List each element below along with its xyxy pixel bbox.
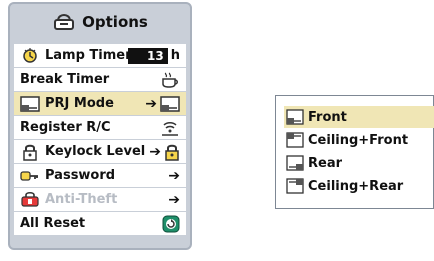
all-reset-label: All Reset: [20, 216, 86, 231]
ceiling-front-label: Ceiling+Front: [308, 132, 409, 148]
keylock-submenu-icon: [164, 143, 180, 161]
ceiling-front-projection-icon: [286, 131, 304, 149]
prj-option-rear[interactable]: Rear: [284, 152, 434, 174]
rear-projection-icon: [286, 154, 304, 172]
prj-option-ceiling-rear[interactable]: Ceiling+Rear: [284, 175, 434, 197]
right-arrow-icon: ➔: [149, 143, 161, 160]
prj-mode-label: PRJ Mode: [45, 96, 114, 111]
menu-item-register-rc[interactable]: Register R/C: [14, 116, 186, 139]
prj-option-front[interactable]: Front: [284, 106, 434, 128]
keylock-level-label: Keylock Level: [45, 144, 146, 159]
password-key-icon: [20, 167, 40, 185]
prj-mode-icon: [20, 95, 40, 113]
anti-theft-label: Anti-Theft: [45, 192, 118, 207]
right-arrow-icon: ➔: [168, 191, 180, 208]
reset-icon: [162, 215, 180, 233]
menu-item-prj-mode[interactable]: PRJ Mode ➔: [14, 92, 186, 115]
lamp-timer-value-group: 13 h: [127, 46, 180, 65]
options-title: Options: [10, 4, 190, 40]
ceiling-rear-label: Ceiling+Rear: [308, 178, 404, 194]
menu-item-anti-theft[interactable]: Anti-Theft ➔: [14, 188, 186, 211]
register-rc-label: Register R/C: [20, 120, 111, 135]
prj-option-ceiling-front[interactable]: Ceiling+Front: [284, 129, 434, 151]
options-icon: [52, 13, 76, 31]
keylock-icon: [20, 143, 40, 161]
menu-item-keylock-level[interactable]: Keylock Level ➔: [14, 140, 186, 163]
ceiling-rear-projection-icon: [286, 177, 304, 195]
options-menu: Options Lamp Timer 13 h Break Timer PRJ …: [8, 2, 192, 250]
prj-mode-submenu-icon: [160, 95, 180, 112]
right-arrow-icon: ➔: [168, 167, 180, 184]
options-title-text: Options: [82, 13, 148, 31]
remote-signal-icon: [160, 119, 180, 137]
prj-mode-options: Front Ceiling+Front Rear Ceiling+Rear: [284, 106, 434, 198]
anti-theft-icon: [20, 191, 40, 209]
menu-item-password[interactable]: Password ➔: [14, 164, 186, 187]
menu-item-break-timer[interactable]: Break Timer: [14, 68, 186, 91]
lamp-timer-value: 13: [127, 47, 168, 64]
coffee-cup-icon: [160, 71, 180, 89]
lamp-timer-icon: [20, 47, 40, 65]
lamp-timer-unit: h: [170, 48, 180, 63]
front-label: Front: [308, 109, 347, 125]
right-arrow-icon: ➔: [145, 95, 157, 112]
lamp-timer-label: Lamp Timer: [45, 48, 132, 63]
options-list: Lamp Timer 13 h Break Timer PRJ Mode ➔ R…: [14, 44, 186, 236]
rear-label: Rear: [308, 155, 343, 171]
prj-mode-submenu: Front Ceiling+Front Rear Ceiling+Rear: [275, 95, 434, 209]
password-label: Password: [45, 168, 116, 183]
break-timer-label: Break Timer: [20, 72, 110, 87]
menu-item-all-reset[interactable]: All Reset: [14, 212, 186, 235]
front-projection-icon: [286, 108, 304, 126]
menu-item-lamp-timer[interactable]: Lamp Timer 13 h: [14, 44, 186, 67]
